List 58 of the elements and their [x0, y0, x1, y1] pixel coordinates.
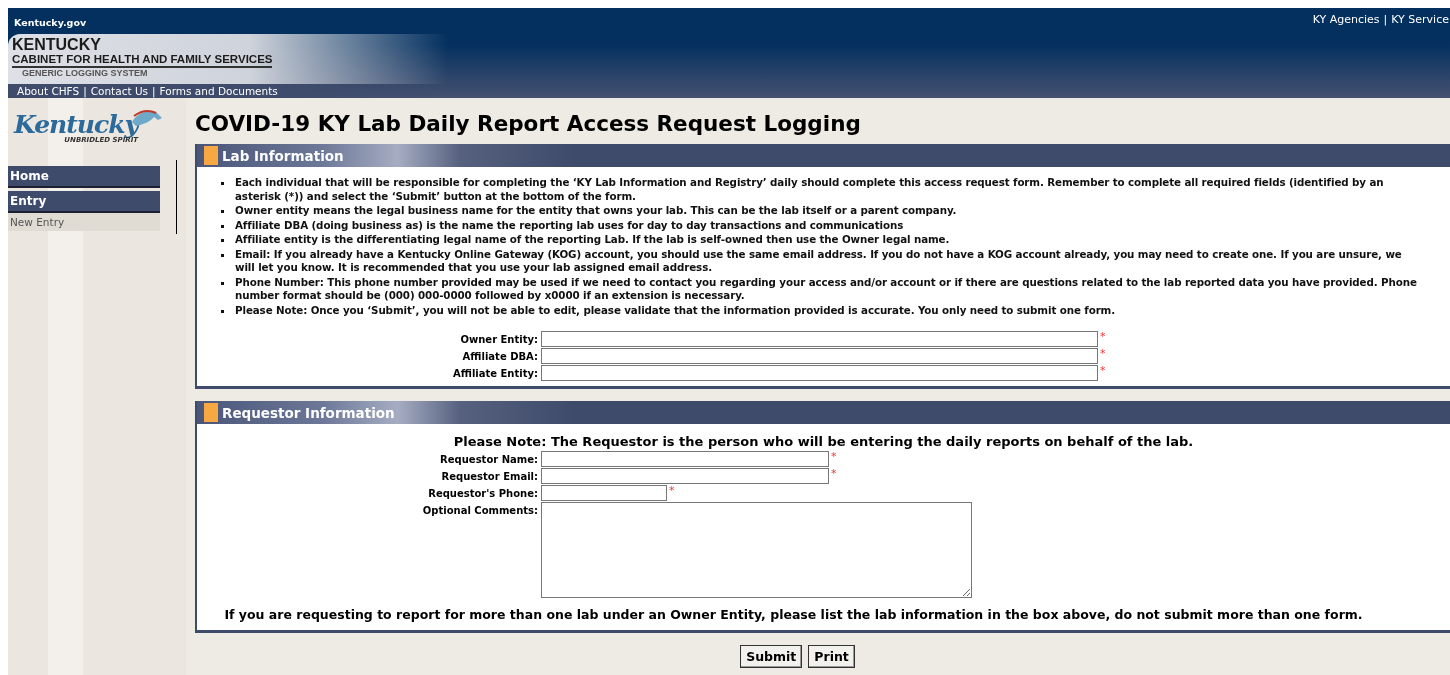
site-link[interactable]: Kentucky.gov	[14, 16, 87, 28]
required-mark: *	[1100, 331, 1106, 343]
field-label: Optional Comments:	[421, 504, 538, 518]
section-title: Requestor Information	[222, 404, 395, 421]
text-field[interactable]	[541, 331, 1098, 347]
required-mark: *	[669, 485, 675, 497]
form-button[interactable]: Print	[808, 645, 855, 668]
field-label: Affiliate DBA:	[461, 350, 538, 364]
instruction-text: Affiliate entity is the differentiating legal name of the reporting Lab. If the lab is self-owned then use the Owner legal name.	[235, 233, 950, 247]
field-label: Requestor's Phone:	[427, 487, 538, 501]
top-link[interactable]: KY Service	[1391, 13, 1449, 26]
form-button[interactable]: Submit	[740, 645, 803, 668]
required-mark: *	[831, 468, 837, 480]
bullet-icon	[221, 210, 224, 213]
field-label: Requestor Name:	[439, 453, 538, 467]
sidebar-item[interactable]: Home	[8, 166, 160, 188]
link-separator: |	[83, 85, 87, 97]
requestor-note: Please Note: The Requestor is the person who will be entering the daily reports on behalf of the lab.	[452, 433, 1195, 450]
nav-link[interactable]: Forms and Documents	[159, 85, 278, 97]
field-label: Owner Entity:	[459, 333, 538, 347]
bullet-icon	[221, 239, 224, 242]
link-separator: |	[152, 85, 156, 97]
accent-mark	[204, 403, 218, 422]
page-title: COVID-19 KY Lab Daily Report Access Request Logging	[195, 110, 862, 138]
instruction-text: Please Note: Once you ‘Submit’, you will not be able to edit, please validate that the information provided is accurate. You only need to submit one form.	[235, 303, 1116, 317]
department-name: CABINET FOR HEALTH AND FAMILY SERVICES	[12, 53, 273, 68]
instruction-text: Phone Number: This phone number provided may be used if we need to contact you regarding your access and/or account or if there are questions related to the lab reported data you have provided. Phone number format should be (000) 000-0000 followed by x0000 if an extension is necessary.	[235, 275, 1418, 303]
text-field[interactable]	[541, 468, 829, 484]
top-link[interactable]: KY Agencies	[1312, 13, 1380, 26]
required-mark: *	[1100, 348, 1106, 360]
text-field[interactable]	[541, 365, 1098, 381]
bullet-icon	[221, 224, 224, 228]
text-field[interactable]	[541, 485, 667, 501]
text-field[interactable]	[541, 451, 829, 467]
nav-link[interactable]: About CHFS	[17, 85, 80, 97]
required-mark: *	[831, 451, 837, 463]
logo-wordmark: Kentucky	[14, 112, 139, 138]
instruction-text: Affiliate DBA (doing business as) is the name the reporting lab uses for day to day transactions and communications	[235, 218, 904, 232]
instruction-text: Email: If you already have a Kentucky Online Gateway (KOG) account, you should use the same email address. If you do not have a KOG account already, you may need to create one. If you are unsure, we will let you know. It is recommended that you use your lab assigned email address.	[235, 247, 1403, 275]
bullet-icon	[221, 309, 224, 313]
bullet-icon	[221, 182, 224, 185]
nav-link[interactable]: Contact Us	[90, 85, 149, 97]
section-title: Lab Information	[222, 147, 344, 164]
field-label: Requestor Email:	[440, 470, 538, 484]
required-mark: *	[1100, 365, 1106, 377]
comments-field[interactable]	[541, 502, 972, 598]
text-field[interactable]	[541, 348, 1098, 364]
instruction-text: Each individual that will be responsible for completing the ‘KY Lab Information and Registry’ daily should complete this access request form. Remember to complete all required fields (identified by an asterisk (*)) and select the ‘Submit’ button at the bottom of the form.	[235, 176, 1385, 203]
field-label: Affiliate Entity:	[452, 367, 538, 381]
instruction-text: Owner entity means the legal business name for the entity that owns your lab. This can be the lab itself or a parent company.	[235, 204, 957, 218]
sidebar-item[interactable]: Entry	[8, 191, 160, 213]
agency-name: KENTUCKY	[12, 37, 102, 53]
bullet-icon	[221, 253, 224, 257]
link-separator: |	[1383, 13, 1388, 26]
bullet-icon	[221, 281, 224, 285]
system-name: GENERIC LOGGING SYSTEM	[21, 68, 149, 79]
footer-note: If you are requesting to report for more than one lab under an Owner Entity, please list the lab information in the box above, do not submit more than one form.	[223, 606, 1364, 624]
accent-mark	[204, 146, 218, 165]
